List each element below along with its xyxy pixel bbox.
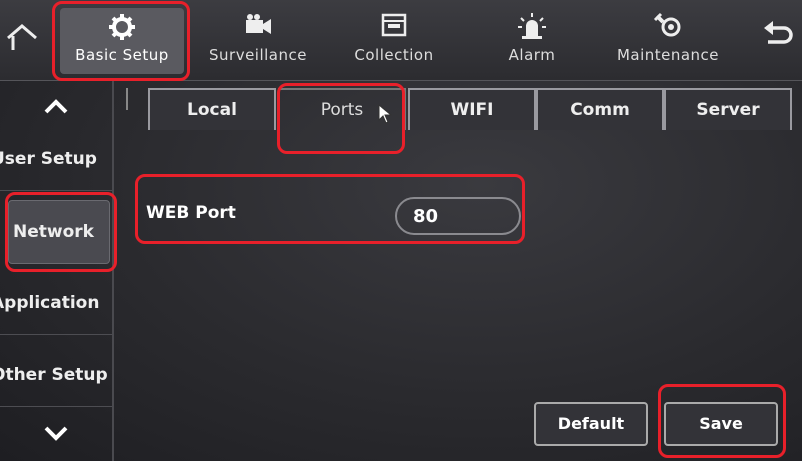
sidebar-item-label: Network [13, 222, 94, 242]
sidebar-item-application[interactable]: Application [0, 272, 112, 335]
nav-label: Basic Setup [75, 46, 169, 64]
chevron-up-icon [44, 99, 68, 114]
device-screen: Basic Setup Surveillance Collection Alar… [0, 0, 802, 461]
tab-wifi[interactable]: WIFI [408, 88, 536, 130]
nav-collection[interactable]: Collection [340, 8, 448, 74]
tab-label: WIFI [450, 100, 494, 120]
nav-alarm[interactable]: Alarm [490, 8, 574, 74]
sidebar-item-label: User Setup [0, 149, 97, 169]
sidebar-divider [112, 80, 114, 461]
sidebar-item-label: Application [0, 293, 100, 313]
nav-maintenance[interactable]: Maintenance [604, 8, 732, 74]
sidebar-item-label: Other Setup [0, 365, 108, 385]
gear-icon [60, 12, 184, 42]
tab-divider [126, 88, 128, 110]
sidebar-item-user-setup[interactable]: User Setup [0, 128, 112, 191]
tab-label: Comm [570, 100, 630, 120]
tab-label: Server [696, 100, 760, 120]
web-port-input[interactable] [395, 197, 521, 235]
tab-comm[interactable]: Comm [536, 88, 664, 130]
nav-label: Surveillance [209, 46, 307, 64]
camera-icon [198, 12, 318, 42]
sidebar: User Setup Network Application Other Set… [0, 80, 112, 461]
default-button[interactable]: Default [534, 402, 648, 446]
tab-label: Local [187, 100, 237, 120]
sidebar-item-network[interactable]: Network [8, 200, 110, 264]
folder-icon [340, 12, 448, 42]
sidebar-item-other-setup[interactable]: Other Setup [0, 344, 112, 407]
save-button[interactable]: Save [664, 402, 778, 446]
tab-server[interactable]: Server [664, 88, 792, 130]
back-icon [764, 21, 793, 44]
sidebar-scroll-down-button[interactable] [10, 412, 102, 452]
wrench-icon [604, 12, 732, 42]
home-icon [7, 24, 37, 50]
tab-label: Ports [320, 100, 364, 120]
nav-surveillance[interactable]: Surveillance [198, 8, 318, 74]
nav-label: Collection [354, 46, 434, 64]
top-nav-bar: Basic Setup Surveillance Collection Alar… [0, 0, 802, 81]
chevron-down-icon [44, 426, 68, 441]
nav-label: Maintenance [616, 46, 720, 64]
nav-label: Alarm [508, 46, 556, 64]
siren-icon [490, 12, 574, 42]
nav-basic-setup[interactable]: Basic Setup [60, 8, 184, 74]
web-port-label: WEB Port [146, 203, 236, 223]
sidebar-scroll-up-button[interactable] [10, 86, 102, 126]
back-button[interactable] [760, 18, 796, 54]
tab-local[interactable]: Local [148, 88, 276, 130]
mouse-cursor-icon [378, 104, 392, 124]
home-button[interactable] [4, 18, 40, 54]
